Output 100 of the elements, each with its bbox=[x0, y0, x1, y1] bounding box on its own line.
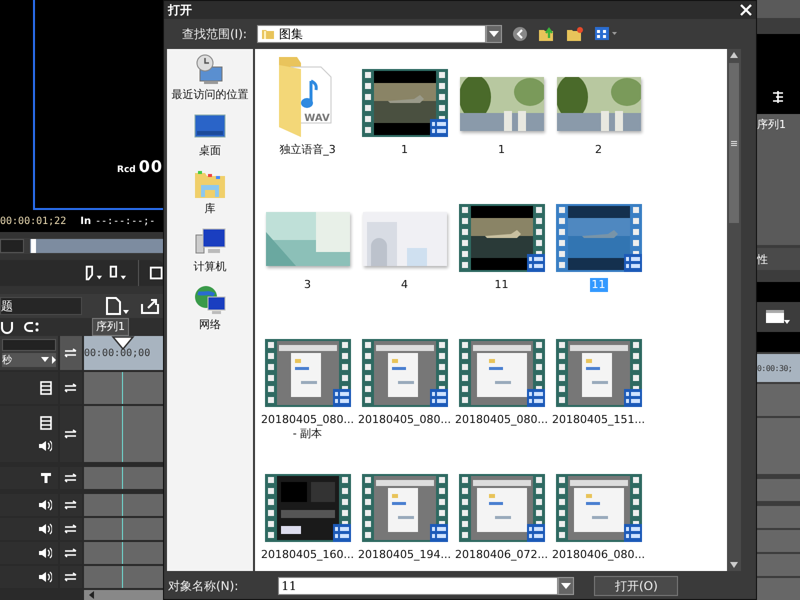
file-name[interactable]: 20180405_194... bbox=[356, 548, 452, 562]
video-badge-icon bbox=[430, 119, 448, 137]
video-badge-icon bbox=[526, 389, 544, 407]
rcd-value: 00 bbox=[138, 157, 163, 176]
square-icon[interactable] bbox=[148, 265, 164, 282]
track-lane bbox=[757, 578, 800, 600]
video-badge-icon bbox=[526, 254, 544, 272]
in-timecode: --:--:--;- bbox=[95, 216, 156, 226]
file-name[interactable]: 1 bbox=[356, 143, 452, 157]
back-icon[interactable] bbox=[512, 26, 528, 42]
file-name[interactable]: 20180405_080... bbox=[454, 413, 550, 427]
sync-icon[interactable] bbox=[64, 348, 78, 358]
caret-icon bbox=[488, 31, 499, 37]
sync-icon[interactable] bbox=[64, 473, 78, 483]
dropdown-button[interactable] bbox=[558, 577, 574, 595]
video-badge-icon bbox=[624, 389, 642, 407]
new-file-icon[interactable] bbox=[104, 296, 130, 316]
file-name[interactable]: 20180405_080... - 副本 bbox=[260, 413, 356, 441]
file-name[interactable]: 20180406_080... bbox=[550, 548, 646, 562]
file-name[interactable]: 11 bbox=[454, 278, 550, 292]
new-folder-icon[interactable] bbox=[566, 26, 584, 42]
file-name[interactable]: 2 bbox=[550, 143, 646, 157]
speaker-icon[interactable] bbox=[38, 571, 52, 583]
file-name[interactable]: 20180405_151... bbox=[550, 413, 646, 427]
sequence-label: 序列1 bbox=[757, 118, 786, 131]
timecode: 00:00:01;22 bbox=[0, 216, 66, 226]
scroll-up-icon[interactable] bbox=[729, 51, 739, 59]
vertical-scrollbar[interactable] bbox=[727, 49, 741, 571]
sequence-tab[interactable]: 序列1 bbox=[92, 318, 129, 336]
text-track-icon[interactable] bbox=[40, 472, 52, 484]
timeline-ruler[interactable]: 00:00:00;00 bbox=[84, 336, 163, 370]
sync-icon[interactable] bbox=[64, 429, 78, 439]
horizontal-scrollbar[interactable] bbox=[84, 590, 163, 600]
position-field[interactable] bbox=[0, 239, 24, 254]
up-folder-icon[interactable] bbox=[538, 26, 556, 42]
file-name[interactable]: 独立语音_3 bbox=[260, 143, 356, 157]
folder-icon bbox=[260, 28, 275, 40]
rcd-label: Rcd bbox=[117, 165, 136, 175]
look-in-label: 查找范围(I): bbox=[182, 26, 247, 42]
export-icon[interactable] bbox=[140, 297, 160, 316]
video-badge-icon bbox=[430, 524, 448, 542]
scroll-thumb[interactable] bbox=[729, 63, 739, 223]
file-name[interactable]: 1 bbox=[454, 143, 550, 157]
file-name-field[interactable]: 11 bbox=[278, 577, 558, 595]
file-name[interactable]: 20180405_160... bbox=[260, 548, 356, 562]
sync-icon[interactable] bbox=[64, 524, 78, 534]
position-slider[interactable] bbox=[30, 239, 163, 254]
sync-icon[interactable] bbox=[64, 572, 78, 582]
speaker-icon[interactable] bbox=[38, 547, 52, 559]
caret-icon bbox=[561, 583, 572, 589]
video-track-icon[interactable] bbox=[40, 381, 52, 395]
sync-icon[interactable] bbox=[64, 383, 78, 393]
video-badge-icon bbox=[430, 389, 448, 407]
grip-icon bbox=[731, 140, 737, 146]
video-badge-icon bbox=[332, 389, 350, 407]
magnet-icon[interactable] bbox=[0, 320, 16, 334]
dropdown-button[interactable] bbox=[486, 25, 502, 43]
library-icon bbox=[194, 169, 226, 199]
sync-icon[interactable] bbox=[64, 500, 78, 510]
speaker-icon[interactable] bbox=[38, 523, 52, 535]
bin-title-field[interactable]: 题 bbox=[0, 297, 82, 316]
file-name[interactable]: 20180405_080... bbox=[356, 413, 452, 427]
speaker-icon[interactable] bbox=[38, 440, 52, 452]
ruler-time: 00:00:00;00 bbox=[84, 348, 150, 358]
track-lane bbox=[757, 479, 800, 501]
scroll-down-icon[interactable] bbox=[729, 561, 739, 569]
mark-in-icon[interactable] bbox=[84, 264, 104, 282]
timeline-bar bbox=[757, 332, 800, 352]
network-icon bbox=[194, 285, 226, 315]
wav-label: WAV bbox=[304, 113, 330, 124]
place-item[interactable]: 网络 bbox=[199, 317, 221, 332]
in-label: In bbox=[80, 216, 92, 226]
scroll-left-icon[interactable] bbox=[87, 590, 97, 600]
video-badge-icon bbox=[624, 254, 642, 272]
video-track-icon[interactable] bbox=[40, 416, 52, 430]
video-badge-icon bbox=[526, 524, 544, 542]
place-item[interactable]: 最近访问的位置 bbox=[172, 87, 248, 102]
property-label: 性 bbox=[757, 252, 768, 266]
speaker-icon[interactable] bbox=[38, 499, 52, 511]
ruler-time: 0:00:30; bbox=[757, 364, 792, 372]
dropdown-arrow-icon[interactable] bbox=[40, 356, 56, 364]
place-item[interactable]: 库 bbox=[204, 201, 216, 216]
view-menu-icon[interactable] bbox=[594, 26, 618, 42]
trim-icon[interactable] bbox=[771, 90, 785, 104]
header-field[interactable] bbox=[2, 339, 56, 351]
place-item[interactable]: 桌面 bbox=[199, 143, 221, 158]
timeline-ruler[interactable]: 0:00:30; bbox=[757, 354, 800, 382]
video-badge-icon bbox=[332, 524, 350, 542]
place-item[interactable]: 计算机 bbox=[194, 259, 226, 274]
panel-header bbox=[757, 0, 800, 18]
file-name[interactable]: 3 bbox=[260, 278, 356, 292]
file-name[interactable]: 4 bbox=[356, 278, 452, 292]
window-icon[interactable] bbox=[765, 308, 791, 326]
look-in-dropdown[interactable]: 图集 bbox=[256, 25, 486, 43]
open-button[interactable]: 打开(O) bbox=[594, 576, 678, 596]
file-name-label: 对象名称(N): bbox=[168, 578, 238, 594]
close-icon[interactable] bbox=[740, 4, 752, 16]
file-name[interactable]: 20180406_072... bbox=[454, 548, 550, 562]
sync-icon[interactable] bbox=[64, 548, 78, 558]
window-title: 打开 bbox=[168, 2, 192, 18]
